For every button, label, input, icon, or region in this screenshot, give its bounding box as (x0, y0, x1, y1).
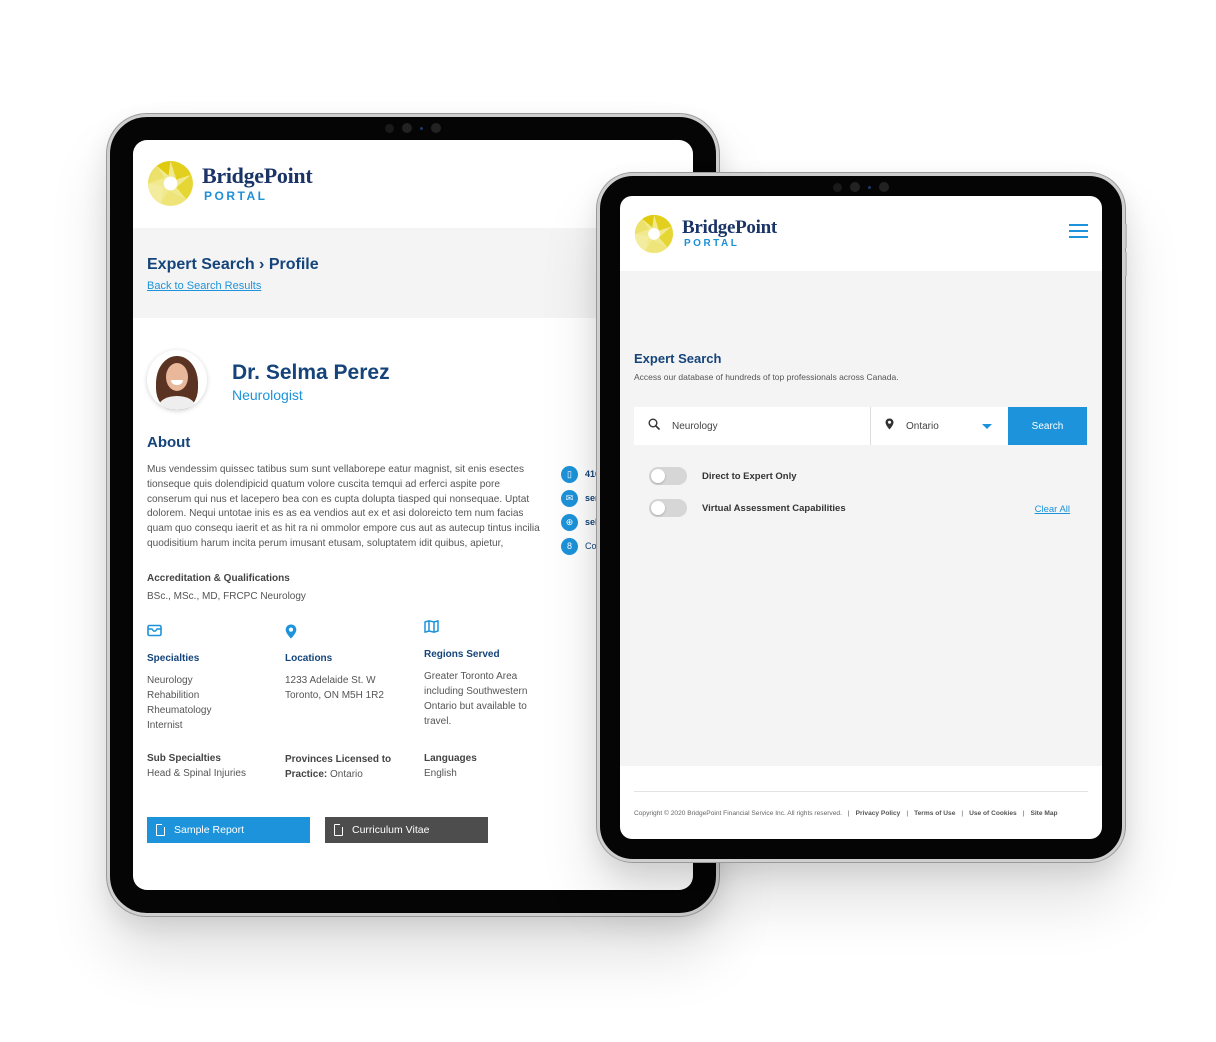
volume-button (1125, 252, 1127, 276)
toggle-direct-to-expert[interactable]: Direct to Expert Only (649, 467, 797, 485)
map-pin-icon (885, 417, 894, 435)
aperture-logo-icon (634, 214, 674, 254)
doctor-title: Neurologist (232, 387, 303, 403)
curriculum-vitae-button[interactable]: Curriculum Vitae (325, 817, 488, 843)
clear-all-link[interactable]: Clear All (1035, 504, 1070, 515)
search-icon (648, 417, 660, 435)
about-text: Mus vendessim quissec tatibus sum sunt v… (147, 464, 540, 549)
provinces-block: Provinces Licensed to Practice: Ontario (285, 754, 392, 780)
footer-link-privacy[interactable]: Privacy Policy (856, 810, 901, 817)
search-bar: Neurology Ontario Search (634, 407, 1087, 445)
accreditation-value: BSc., MSc., MD, FRCPC Neurology (147, 591, 306, 602)
toggle-switch[interactable] (649, 499, 687, 517)
footer-link-sitemap[interactable]: Site Map (1030, 810, 1057, 817)
logo[interactable]: BridgePoint PORTAL (634, 214, 777, 254)
chevron-down-icon (982, 424, 992, 429)
tablet-right: BridgePoint PORTAL Expert Search Access … (597, 173, 1127, 862)
about-heading: About (147, 434, 191, 451)
doctor-name: Dr. Selma Perez (232, 361, 390, 384)
copyright: Copyright © 2020 BridgePoint Financial S… (634, 810, 842, 817)
logo-name: BridgePoint (682, 217, 777, 238)
phone-icon: ▯ (561, 465, 578, 483)
contact-list: ▯ 416 ✉ ser ⊕ sel 8 Co (561, 462, 600, 558)
hamburger-menu-icon[interactable] (1069, 223, 1088, 238)
sample-report-button[interactable]: Sample Report (147, 817, 310, 843)
avatar (147, 350, 207, 410)
camera-bar (385, 123, 441, 133)
inbox-icon (147, 624, 277, 640)
contact-person[interactable]: 8 Co (561, 534, 600, 558)
location-select[interactable]: Ontario (871, 407, 1008, 445)
contact-phone[interactable]: ▯ 416 (561, 462, 600, 486)
toggle-virtual-assessment[interactable]: Virtual Assessment Capabilities (649, 499, 846, 517)
contact-website[interactable]: ⊕ sel (561, 510, 600, 534)
specialties-block: Specialties Neurology Rehabilition Rheum… (147, 624, 277, 733)
logo-sub: PORTAL (204, 189, 268, 203)
toggle-switch[interactable] (649, 467, 687, 485)
back-to-results-link[interactable]: Back to Search Results (147, 280, 261, 292)
person-icon: 8 (561, 537, 578, 555)
file-icon (334, 823, 344, 836)
search-query-value: Neurology (672, 420, 718, 432)
page-title: Expert Search (634, 351, 722, 366)
map-pin-icon (285, 624, 415, 640)
file-icon (156, 823, 166, 836)
search-screen: BridgePoint PORTAL Expert Search Access … (620, 196, 1102, 839)
accreditation-heading: Accreditation & Qualifications (147, 573, 290, 584)
sub-specialties-block: Sub Specialties Head & Spinal Injuries (147, 753, 246, 779)
site-header: BridgePoint PORTAL (620, 196, 1102, 271)
contact-email[interactable]: ✉ ser (561, 486, 600, 510)
specialties-list: Neurology Rehabilition Rheumatology Inte… (147, 675, 212, 731)
aperture-logo-icon (147, 160, 194, 207)
site-footer: Copyright © 2020 BridgePoint Financial S… (634, 791, 1088, 817)
logo-sub: PORTAL (684, 238, 740, 249)
logo-name: BridgePoint (202, 163, 313, 188)
email-icon: ✉ (561, 489, 578, 507)
globe-icon: ⊕ (561, 513, 578, 531)
volume-button (1125, 224, 1127, 248)
languages-block: Languages English (424, 753, 477, 779)
map-icon (424, 620, 554, 636)
page-subtitle: Access our database of hundreds of top p… (634, 372, 899, 382)
camera-bar (833, 182, 889, 192)
location-value: Ontario (906, 420, 939, 432)
footer-link-cookies[interactable]: Use of Cookies (969, 810, 1017, 817)
search-button[interactable]: Search (1008, 407, 1087, 445)
search-input[interactable]: Neurology (634, 407, 871, 445)
regions-block: Regions Served Greater Toronto Area incl… (424, 620, 554, 729)
locations-block: Locations 1233 Adelaide St. W Toronto, O… (285, 624, 415, 703)
search-panel: Expert Search Access our database of hun… (620, 271, 1102, 766)
footer-link-terms[interactable]: Terms of Use (914, 810, 955, 817)
